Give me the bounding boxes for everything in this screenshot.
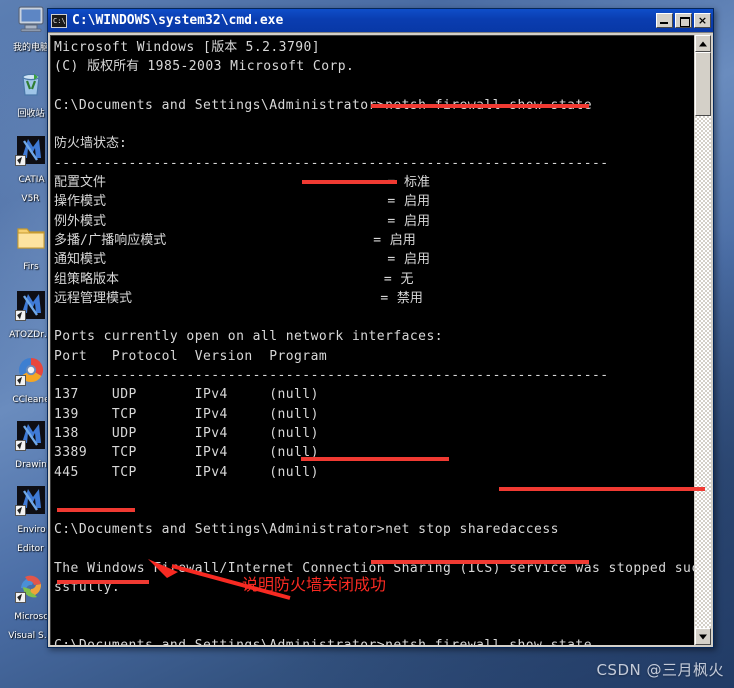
console-line: ----------------------------------------… — [54, 368, 609, 384]
recycle-bin-icon — [15, 68, 47, 100]
close-button[interactable]: × — [694, 13, 711, 28]
console-line: 配置文件 = 标准 — [54, 175, 430, 191]
console-line: 防火墙状态: — [54, 136, 128, 152]
drawing-icon — [15, 419, 47, 451]
vertical-scrollbar[interactable] — [694, 35, 711, 645]
scroll-down-arrow-icon[interactable] — [695, 628, 711, 645]
cmd-icon — [51, 13, 67, 28]
maximize-button[interactable] — [675, 13, 692, 28]
console-line: 远程管理模式 = 禁用 — [54, 290, 423, 306]
shortcut-overlay-icon — [15, 155, 26, 166]
console-line: 组策略版本 = 无 — [54, 271, 414, 287]
console-line: Microsoft Windows [版本 5.2.3790] — [54, 40, 321, 55]
minimize-button[interactable] — [656, 13, 673, 28]
console-line: 138 UDP IPv4 (null) — [54, 425, 319, 441]
desktop-icon-label: CCleane — [12, 395, 50, 405]
window-titlebar[interactable]: C:\WINDOWS\system32\cmd.exe × — [48, 9, 713, 32]
window-buttons: × — [656, 13, 711, 28]
ccleaner-icon — [15, 354, 47, 386]
console-area: Microsoft Windows [版本 5.2.3790] (C) 版权所有 … — [48, 32, 713, 647]
desktop-icon-label: Enviro Editor — [17, 525, 46, 554]
desktop-icon-label: CATIA V5R — [18, 175, 45, 204]
my-computer-icon — [15, 2, 47, 34]
console-line: 139 TCP IPv4 (null) — [54, 406, 319, 422]
console-line: C:\Documents and Settings\Administrator>… — [54, 522, 559, 538]
console-line: ----------------------------------------… — [54, 155, 609, 171]
cmd-window[interactable]: C:\WINDOWS\system32\cmd.exe × Microsoft … — [47, 8, 714, 648]
desktop-icon-label: Drawin — [15, 460, 47, 470]
desktop-icon-label: Firs — [23, 262, 39, 272]
console-line: 操作模式 = 启用 — [54, 194, 430, 210]
desktop-icon-label: 回收站 — [17, 109, 45, 119]
scroll-up-arrow-icon[interactable] — [695, 35, 711, 52]
atozdrawing-icon — [15, 289, 47, 321]
console-line: 445 TCP IPv4 (null) — [54, 464, 319, 480]
console-line: 3389 TCP IPv4 (null) — [54, 445, 319, 461]
shortcut-overlay-icon — [15, 440, 26, 451]
visual-studio-icon — [15, 571, 47, 603]
console-line: The Windows Firewall/Internet Connection… — [54, 561, 694, 577]
console-line: C:\Documents and Settings\Administrator>… — [54, 97, 592, 113]
catia-icon — [15, 134, 47, 166]
console-output[interactable]: Microsoft Windows [版本 5.2.3790] (C) 版权所有 … — [50, 35, 694, 645]
scrollbar-thumb[interactable] — [695, 52, 711, 116]
watermark: CSDN @三月枫火 — [596, 661, 724, 679]
console-line: C:\Documents and Settings\Administrator>… — [54, 636, 694, 645]
shortcut-overlay-icon — [15, 375, 26, 386]
scrollbar-track[interactable] — [695, 52, 711, 628]
console-line: Port Protocol Version Program — [54, 348, 328, 364]
environment-editor-icon — [15, 484, 47, 516]
desktop-icon-label: 我的电脑 — [12, 43, 49, 53]
folder-icon — [15, 221, 47, 253]
console-line: (C) 版权所有 1985-2003 Microsoft Corp. — [54, 59, 355, 75]
console-line: Ports currently open on all network inte… — [54, 329, 444, 345]
console-text: Microsoft Windows [版本 5.2.3790] (C) 版权所有 … — [54, 38, 694, 645]
window-title: C:\WINDOWS\system32\cmd.exe — [72, 13, 284, 28]
console-line: 多播/广播响应模式 = 启用 — [54, 232, 416, 248]
shortcut-overlay-icon — [15, 505, 26, 516]
console-line: 例外模式 = 启用 — [54, 213, 430, 229]
console-line: 137 UDP IPv4 (null) — [54, 387, 319, 403]
console-line: 通知模式 = 启用 — [54, 252, 430, 268]
shortcut-overlay-icon — [15, 592, 26, 603]
console-line: ssfully. — [54, 580, 121, 596]
shortcut-overlay-icon — [15, 310, 26, 321]
